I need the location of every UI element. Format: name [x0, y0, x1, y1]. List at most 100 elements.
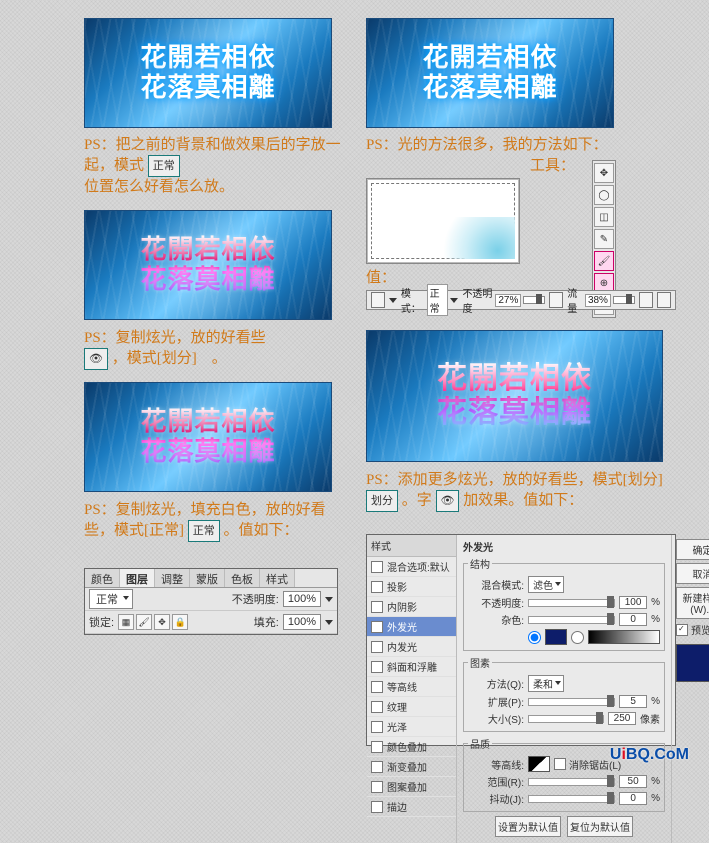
- fx-opacity-slider[interactable]: .slid::after{left:calc(100% - 7px);}: [528, 599, 615, 607]
- glow-gradient-swatch[interactable]: [588, 630, 660, 644]
- color-radio[interactable]: [528, 631, 541, 644]
- layer-style-dialog: 样式 混合选项:默认投影内阴影外发光内发光斜面和浮雕等高线纹理光泽颜色叠加渐变叠…: [366, 534, 676, 746]
- fx-item-checkbox[interactable]: [371, 601, 383, 613]
- cancel-button[interactable]: 取消: [676, 563, 709, 584]
- size-slider[interactable]: [528, 715, 604, 723]
- preview-checkbox[interactable]: [676, 624, 688, 636]
- fx-item-12[interactable]: 描边: [367, 797, 456, 817]
- method-select[interactable]: 柔和: [528, 675, 564, 692]
- fx-item-checkbox[interactable]: [371, 801, 383, 813]
- dropdown-icon[interactable]: [325, 620, 333, 625]
- dropdown-icon[interactable]: [450, 298, 458, 303]
- banner-line1: 花開若相依: [140, 235, 275, 264]
- banner-line1: 花開若相依: [140, 407, 275, 436]
- fx-item-6[interactable]: 等高线: [367, 677, 456, 697]
- fx-item-checkbox[interactable]: [371, 761, 383, 773]
- fx-item-11[interactable]: 图案叠加: [367, 777, 456, 797]
- spread-slider[interactable]: [528, 698, 615, 706]
- fx-item-checkbox[interactable]: [371, 721, 383, 733]
- opacity-value[interactable]: 100%: [283, 591, 321, 607]
- lock-all-icon[interactable]: 🔒: [172, 614, 188, 630]
- fx-item-checkbox[interactable]: [371, 561, 383, 573]
- mode-value[interactable]: 正常: [427, 284, 449, 316]
- fx-item-8[interactable]: 光泽: [367, 717, 456, 737]
- fx-opacity-value[interactable]: 100: [619, 596, 647, 609]
- make-default-button[interactable]: 设置为默认值: [495, 816, 561, 837]
- jitter-slider[interactable]: [528, 795, 615, 803]
- layers-panel: 颜色 图层 调整 蒙版 色板 样式 正常 不透明度: 100% 锁定: ▦ 🖌 …: [84, 568, 338, 635]
- lock-position-icon[interactable]: ✥: [154, 614, 170, 630]
- range-slider[interactable]: [528, 778, 615, 786]
- fx-noise-value[interactable]: 0: [619, 613, 647, 626]
- tool-crop[interactable]: ◫: [594, 207, 614, 227]
- fill-value[interactable]: 100%: [283, 614, 321, 630]
- unit-pct: %: [651, 597, 660, 608]
- fx-item-1[interactable]: 投影: [367, 577, 456, 597]
- fx-item-checkbox[interactable]: [371, 741, 383, 753]
- fx-item-4[interactable]: 内发光: [367, 637, 456, 657]
- fx-item-9[interactable]: 颜色叠加: [367, 737, 456, 757]
- tab-color[interactable]: 颜色: [85, 569, 120, 587]
- contour-swatch[interactable]: [528, 756, 550, 772]
- tab-styles[interactable]: 样式: [260, 569, 295, 587]
- fx-opacity-label: 不透明度:: [468, 595, 524, 610]
- opacity-slider[interactable]: [523, 296, 545, 304]
- layer-mode-row: 正常 不透明度: 100%: [85, 588, 337, 611]
- fx-item-checkbox[interactable]: [371, 581, 383, 593]
- tab-layers[interactable]: 图层: [120, 569, 155, 587]
- tool-brush[interactable]: 🖌: [594, 251, 614, 271]
- layer-lock-row: 锁定: ▦ 🖌 ✥ 🔒 填充: 100%: [85, 611, 337, 634]
- brush-preset-icon[interactable]: [371, 292, 385, 308]
- reset-default-button[interactable]: 复位为默认值: [567, 816, 633, 837]
- airbrush-icon[interactable]: [639, 292, 653, 308]
- unit-pct: %: [651, 696, 660, 707]
- lock-transparency-icon[interactable]: ▦: [118, 614, 134, 630]
- tab-mask[interactable]: 蒙版: [190, 569, 225, 587]
- fx-item-checkbox[interactable]: [371, 681, 383, 693]
- tablet-pressure-size-icon[interactable]: [657, 292, 671, 308]
- fx-item-2[interactable]: 内阴影: [367, 597, 456, 617]
- fx-item-0[interactable]: 混合选项:默认: [367, 557, 456, 577]
- fx-item-10[interactable]: 渐变叠加: [367, 757, 456, 777]
- glow-color-swatch[interactable]: [545, 629, 567, 645]
- fx-item-checkbox[interactable]: [371, 781, 383, 793]
- lock-pixels-icon[interactable]: 🖌: [136, 614, 152, 630]
- fx-item-checkbox[interactable]: [371, 641, 383, 653]
- fx-item-label: 内发光: [387, 639, 417, 654]
- tool-move[interactable]: ✥: [594, 163, 614, 183]
- antialias-checkbox[interactable]: [554, 758, 566, 770]
- preview-swatch: [676, 644, 709, 682]
- gradient-radio[interactable]: [571, 631, 584, 644]
- tab-adjust[interactable]: 调整: [155, 569, 190, 587]
- fx-item-3[interactable]: 外发光: [367, 617, 456, 637]
- spread-label: 扩展(P):: [468, 694, 524, 709]
- range-value[interactable]: 50: [619, 775, 647, 788]
- tool-eyedrop[interactable]: ✎: [594, 229, 614, 249]
- fx-section-title: 外发光: [463, 539, 665, 554]
- spread-value[interactable]: 5: [619, 695, 647, 708]
- blend-mode-dropdown[interactable]: 正常: [89, 589, 133, 609]
- mode-label: 模式：: [401, 285, 425, 315]
- fx-item-checkbox[interactable]: [371, 701, 383, 713]
- flow-slider[interactable]: [613, 296, 635, 304]
- tablet-pressure-opacity-icon[interactable]: [549, 292, 563, 308]
- dropdown-icon[interactable]: [325, 597, 333, 602]
- jitter-value[interactable]: 0: [619, 792, 647, 805]
- fx-noise-slider[interactable]: [528, 616, 615, 624]
- fx-item-checkbox[interactable]: [371, 661, 383, 673]
- tool-lasso[interactable]: ◯: [594, 185, 614, 205]
- blendmode-select[interactable]: 滤色: [528, 576, 564, 593]
- opacity-value[interactable]: 27%: [495, 294, 521, 307]
- ok-button[interactable]: 确定: [676, 539, 709, 560]
- size-value[interactable]: 250: [608, 712, 636, 725]
- banner-text: 花開若相依 花落莫相離: [140, 407, 275, 467]
- size-label: 大小(S):: [468, 711, 524, 726]
- fx-item-5[interactable]: 斜面和浮雕: [367, 657, 456, 677]
- dropdown-icon[interactable]: [389, 298, 397, 303]
- fx-item-7[interactable]: 纹理: [367, 697, 456, 717]
- tag-mode-normal: 正常: [148, 155, 180, 177]
- flow-value[interactable]: 38%: [585, 294, 611, 307]
- new-style-button[interactable]: 新建样式(W)...: [676, 587, 709, 619]
- fx-item-checkbox[interactable]: [371, 621, 383, 633]
- tab-swatch[interactable]: 色板: [225, 569, 260, 587]
